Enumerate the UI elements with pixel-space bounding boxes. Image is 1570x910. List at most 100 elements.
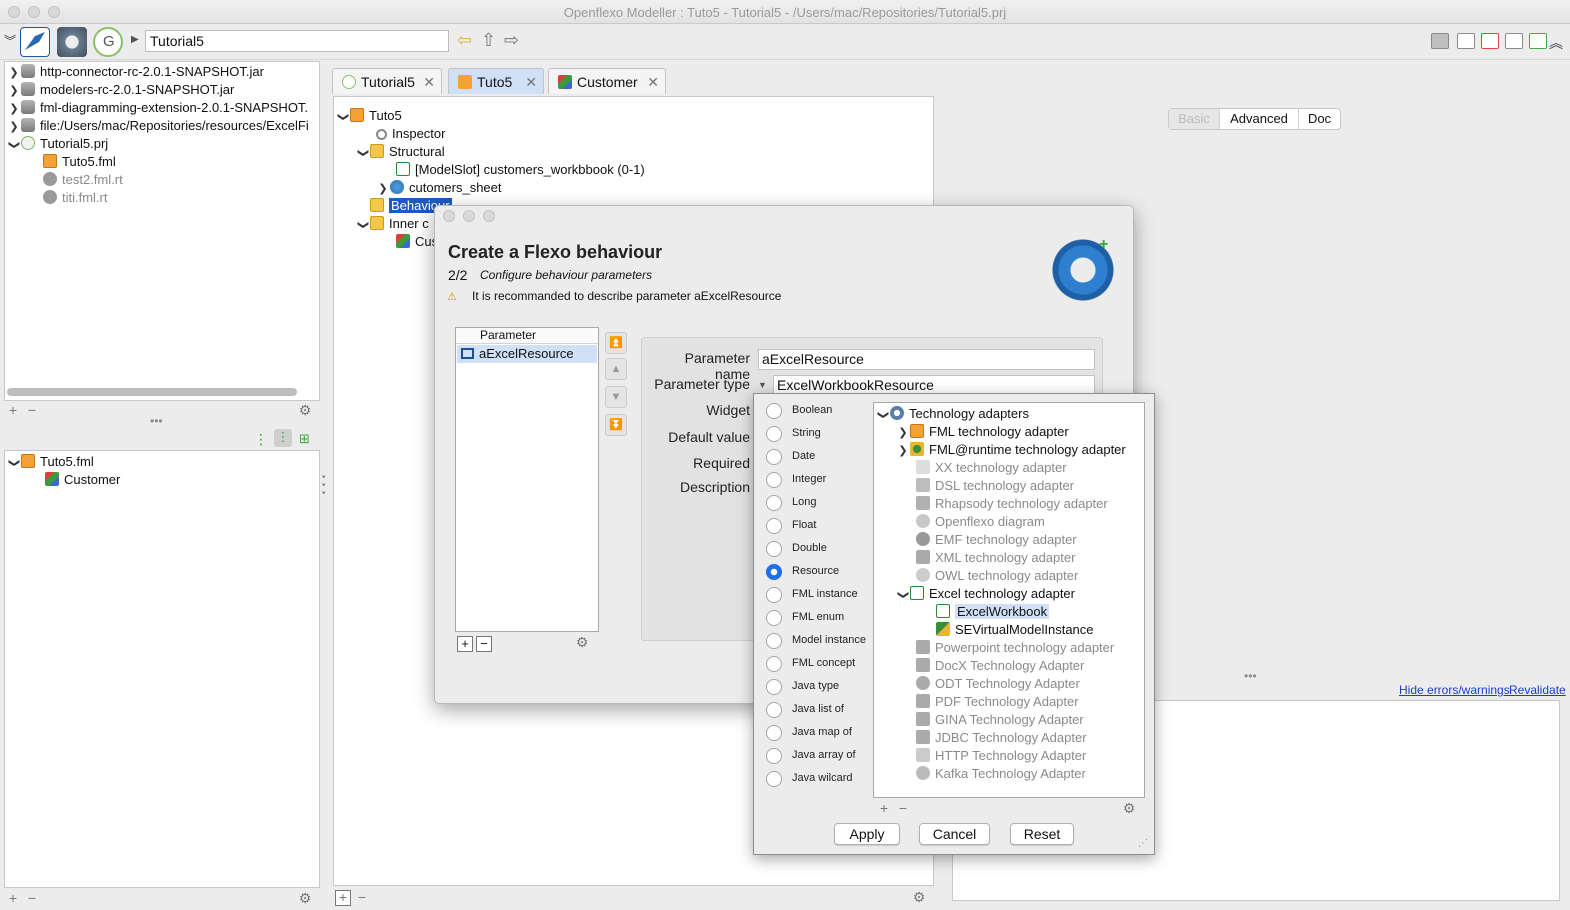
gear-menu-icon[interactable]: ⚙ <box>298 891 312 906</box>
resize-grip-icon[interactable]: ⋰ <box>1138 838 1148 849</box>
tree-item[interactable]: Tuto5.fml <box>43 153 116 171</box>
type-radio-string[interactable] <box>766 426 782 442</box>
type-radio-java-map[interactable] <box>766 725 782 741</box>
tree-item[interactable]: ❯ Inner c <box>356 215 429 233</box>
tree-item[interactable]: ❯ Technology adapters <box>876 405 1029 423</box>
tree-item[interactable]: JDBC Technology Adapter <box>916 729 1087 747</box>
remove-icon[interactable]: − <box>355 890 369 905</box>
tree-item[interactable]: ❯ http-connector-rc-2.0.1-SNAPSHOT.jar <box>7 63 264 81</box>
add-icon[interactable]: + <box>6 403 20 418</box>
tree-item[interactable]: ExcelWorkbook <box>936 603 1050 621</box>
gear-menu-icon[interactable]: ⚙ <box>1122 801 1136 816</box>
tree-item[interactable]: ❯ file:/Users/mac/Repositories/resources/… <box>7 117 309 135</box>
close-dialog-button[interactable] <box>443 210 455 222</box>
tree-item[interactable]: ❯ Tuto5 <box>336 107 402 125</box>
type-radio-model-instance[interactable] <box>766 633 782 649</box>
tree-item[interactable]: Openflexo diagram <box>916 513 1045 531</box>
group-tree-icon[interactable]: ⊞ <box>299 431 310 447</box>
horizontal-scrollbar[interactable] <box>7 388 297 396</box>
tree-item[interactable]: test2.fml.rt <box>43 171 123 189</box>
inspector-tab-basic[interactable]: Basic <box>1169 109 1219 129</box>
tree-item[interactable]: ❯ cutomers_sheet <box>376 179 502 197</box>
shield-gear-icon[interactable] <box>57 27 87 57</box>
minimize-dialog-button[interactable] <box>463 210 475 222</box>
tree-item[interactable]: ❯ Tutorial5.prj <box>7 135 108 153</box>
tab-customer[interactable]: Customer ✕ <box>548 68 666 94</box>
collapse-toolbar-icon[interactable]: ︽ <box>1549 33 1563 53</box>
move-down-button[interactable]: ▼ <box>605 386 627 408</box>
add-icon[interactable]: + <box>335 890 351 906</box>
gear-menu-icon[interactable]: ⚙ <box>912 890 926 905</box>
apply-button[interactable]: Apply <box>834 823 900 845</box>
type-radio-java-wildcard[interactable] <box>766 771 782 787</box>
remove-icon[interactable]: − <box>25 891 39 906</box>
type-radio-java-array[interactable] <box>766 748 782 764</box>
tree-item[interactable]: ODT Technology Adapter <box>916 675 1080 693</box>
tree-item[interactable]: [ModelSlot] customers_workbbook (0-1) <box>396 161 645 179</box>
type-radio-boolean[interactable] <box>766 403 782 419</box>
tree-item[interactable]: ❯ FML technology adapter <box>896 423 1069 441</box>
inspector-tab-doc[interactable]: Doc <box>1298 109 1340 129</box>
type-radio-fml-enum[interactable] <box>766 610 782 626</box>
gear-menu-icon[interactable]: ⚙ <box>575 635 589 650</box>
parameter-row[interactable]: aExcelResource <box>457 345 597 363</box>
tree-item[interactable]: SEVirtualModelInstance <box>936 621 1094 639</box>
path-field[interactable]: Tutorial5 <box>145 30 449 52</box>
forward-arrow-icon[interactable]: ⇨ <box>504 30 519 51</box>
tree-item[interactable]: ❯ Tuto5.fml <box>7 453 94 471</box>
tree-item[interactable]: ❯ Structural <box>356 143 445 161</box>
layout-view-icon[interactable] <box>1529 33 1547 49</box>
close-tab-icon[interactable]: ✕ <box>647 69 659 95</box>
type-radio-float[interactable] <box>766 518 782 534</box>
add-parameter-button[interactable]: + <box>457 636 473 652</box>
type-radio-double[interactable] <box>766 541 782 557</box>
reset-button[interactable]: Reset <box>1010 823 1074 845</box>
type-radio-long[interactable] <box>766 495 782 511</box>
remove-parameter-button[interactable]: − <box>476 636 492 652</box>
move-up-button[interactable]: ▲ <box>605 358 627 380</box>
tree-item[interactable]: PDF Technology Adapter <box>916 693 1079 711</box>
tab-tuto5[interactable]: Tuto5 ✕ <box>448 68 544 94</box>
double-chevron-icon[interactable]: ︾ <box>4 32 16 49</box>
tree-item[interactable]: titi.fml.rt <box>43 189 108 207</box>
close-tab-icon[interactable]: ✕ <box>525 69 537 95</box>
gear-menu-icon[interactable]: ⚙ <box>298 403 312 418</box>
tree-item[interactable]: GINA Technology Adapter <box>916 711 1084 729</box>
tree-item[interactable]: ❯ FML@runtime technology adapter <box>896 441 1126 459</box>
type-radio-fml-instance[interactable] <box>766 587 782 603</box>
splitter-handle-icon[interactable]: ••• <box>150 414 163 428</box>
project-perspective-icon[interactable]: G <box>93 27 123 57</box>
tree-item[interactable]: ❯ modelers-rc-2.0.1-SNAPSHOT.jar <box>7 81 234 99</box>
tree-item[interactable]: ❯ Excel technology adapter <box>896 585 1075 603</box>
tree-item[interactable]: OWL technology adapter <box>916 567 1078 585</box>
tree-item[interactable]: XML technology adapter <box>916 549 1075 567</box>
expand-tree-icon[interactable]: ⋮ <box>254 431 268 448</box>
tree-item[interactable]: DocX Technology Adapter <box>916 657 1084 675</box>
project-view-icon[interactable] <box>1431 33 1449 49</box>
tree-item[interactable]: Cus <box>396 233 438 251</box>
remove-icon[interactable]: − <box>896 801 910 816</box>
tree-item[interactable]: HTTP Technology Adapter <box>916 747 1086 765</box>
type-radio-resource[interactable] <box>766 564 782 580</box>
type-radio-fml-concept[interactable] <box>766 656 782 672</box>
remove-icon[interactable]: − <box>25 403 39 418</box>
vertical-splitter-handle[interactable]: • • • <box>322 473 326 499</box>
back-arrow-icon[interactable]: ⇦ <box>457 30 472 51</box>
inspector-tab-advanced[interactable]: Advanced <box>1219 109 1298 129</box>
hide-errors-link[interactable]: Hide errors/warnings <box>1399 683 1510 697</box>
parameter-name-input[interactable]: aExcelResource <box>758 349 1095 370</box>
modeller-perspective-icon[interactable] <box>20 27 50 57</box>
type-radio-java-list[interactable] <box>766 702 782 718</box>
fml-view-icon[interactable] <box>1457 33 1475 49</box>
close-tab-icon[interactable]: ✕ <box>423 69 435 95</box>
cancel-button[interactable]: Cancel <box>919 823 990 845</box>
zoom-dialog-button[interactable] <box>483 210 495 222</box>
hierarchy-view-icon[interactable] <box>1481 33 1499 49</box>
type-dropdown-icon[interactable]: ▼ <box>758 380 767 390</box>
play-arrow-icon[interactable]: ▶ <box>131 34 139 45</box>
tree-item[interactable]: ❯ fml-diagramming-extension-2.0.1-SNAPSHO… <box>7 99 308 117</box>
move-to-bottom-button[interactable]: ⏬ <box>605 414 627 436</box>
tree-item[interactable]: XX technology adapter <box>916 459 1067 477</box>
add-icon[interactable]: + <box>877 801 891 816</box>
type-radio-date[interactable] <box>766 449 782 465</box>
